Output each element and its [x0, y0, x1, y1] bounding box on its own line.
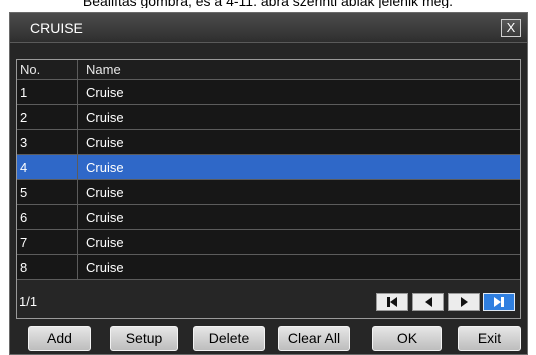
- clear-all-button[interactable]: Clear All: [278, 326, 350, 351]
- page-indicator: 1/1: [19, 294, 38, 309]
- last-page-icon: [494, 297, 504, 307]
- row-name: Cruise: [86, 134, 124, 150]
- row-number: 4: [17, 155, 78, 179]
- row-name: Cruise: [86, 234, 124, 250]
- column-header-no: No.: [17, 60, 78, 79]
- close-button[interactable]: X: [501, 19, 521, 37]
- row-name: Cruise: [86, 159, 124, 175]
- last-page-button[interactable]: [483, 293, 515, 311]
- row-number: 6: [17, 205, 78, 229]
- column-header-name: Name: [86, 62, 121, 77]
- row-number: 3: [17, 130, 78, 154]
- row-name: Cruise: [86, 184, 124, 200]
- delete-button[interactable]: Delete: [193, 326, 265, 351]
- dialog-title: CRUISE: [30, 20, 83, 36]
- row-number: 2: [17, 105, 78, 129]
- row-number: 1: [17, 80, 78, 104]
- row-number: 5: [17, 180, 78, 204]
- close-icon: X: [506, 20, 516, 35]
- row-name: Cruise: [86, 84, 124, 100]
- next-page-button[interactable]: [448, 293, 480, 311]
- table-row[interactable]: 1 Cruise: [17, 80, 520, 105]
- next-page-icon: [460, 297, 468, 307]
- row-name: Cruise: [86, 109, 124, 125]
- prev-page-button[interactable]: [412, 293, 444, 311]
- row-name: Cruise: [86, 209, 124, 225]
- exit-button[interactable]: Exit: [458, 326, 521, 351]
- table-row[interactable]: 2 Cruise: [17, 105, 520, 130]
- first-page-icon: [387, 297, 397, 307]
- table-row[interactable]: 8 Cruise: [17, 255, 520, 280]
- first-page-button[interactable]: [376, 293, 408, 311]
- cruise-dialog: CRUISE X No. Name 1 Cruise 2 Cruise 3 Cr…: [9, 12, 528, 355]
- table-row[interactable]: 5 Cruise: [17, 180, 520, 205]
- row-number: 8: [17, 255, 78, 279]
- table-row[interactable]: 6 Cruise: [17, 205, 520, 230]
- add-button[interactable]: Add: [28, 326, 91, 351]
- page-caption: Beállítás gombra, és a 4-11. ábra szerin…: [82, 0, 454, 8]
- setup-button[interactable]: Setup: [110, 326, 178, 351]
- dialog-titlebar: CRUISE X: [10, 13, 527, 43]
- cruise-table: No. Name 1 Cruise 2 Cruise 3 Cruise 4 Cr…: [16, 59, 521, 319]
- ok-button[interactable]: OK: [372, 326, 442, 351]
- table-row[interactable]: 7 Cruise: [17, 230, 520, 255]
- table-row-selected[interactable]: 4 Cruise: [17, 155, 520, 180]
- row-name: Cruise: [86, 259, 124, 275]
- table-row[interactable]: 3 Cruise: [17, 130, 520, 155]
- row-number: 7: [17, 230, 78, 254]
- prev-page-icon: [424, 297, 432, 307]
- table-header-row: No. Name: [17, 60, 520, 80]
